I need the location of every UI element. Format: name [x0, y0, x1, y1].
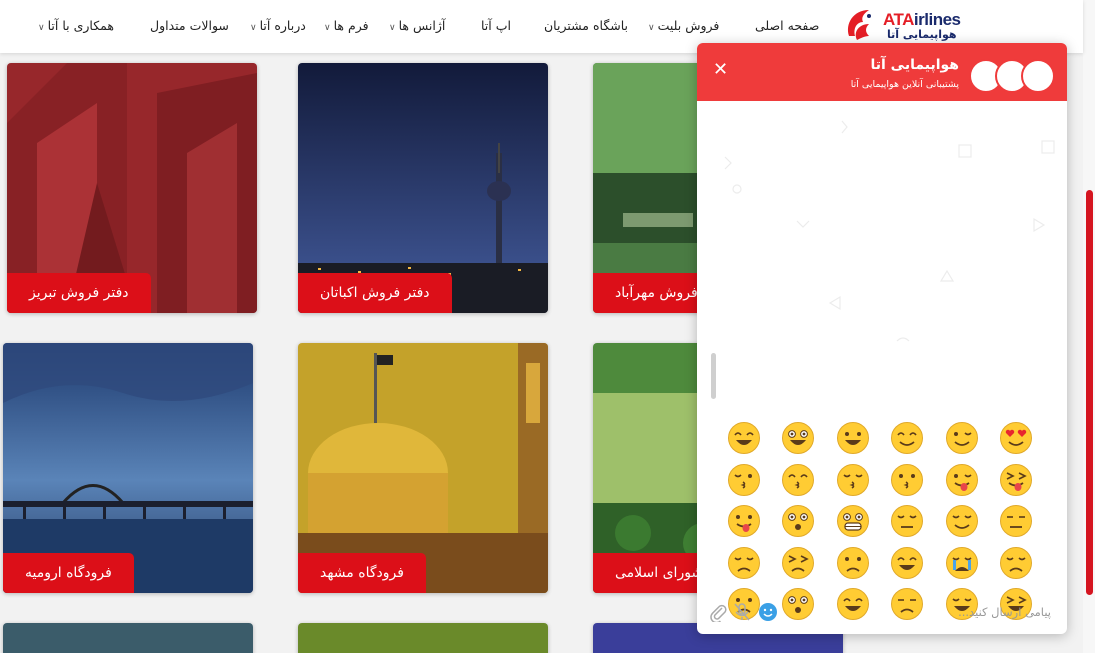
nav-ata-app[interactable]: اپ آتا [481, 18, 511, 33]
emoji-grimacing-icon[interactable] [836, 504, 870, 538]
emoji-kissing-closed-icon[interactable] [836, 463, 870, 497]
nav-home[interactable]: صفحه اصلی [755, 18, 819, 33]
logo-text-en: ATAirlines [883, 10, 961, 29]
chevron-down-icon: ∨ [324, 23, 331, 33]
nav-agencies[interactable]: ∨ آژانس ها [389, 18, 445, 33]
emoji-joy-icon[interactable] [890, 546, 924, 580]
emoji-kissing-smile-icon[interactable] [781, 463, 815, 497]
close-icon[interactable]: ✕ [713, 59, 728, 80]
chevron-down-icon: ∨ [38, 23, 45, 33]
page-scrollbar-thumb[interactable] [1086, 190, 1093, 595]
emoji-cry-icon[interactable] [836, 546, 870, 580]
emoji-unamused-icon[interactable] [999, 504, 1033, 538]
ata-airlines-logo[interactable]: ATAirlines هواپیمایی آتا [843, 6, 965, 46]
emoji-blow-kiss-icon[interactable] [727, 463, 761, 497]
card-label: فرودگاه مشهد [298, 553, 426, 593]
chat-header: ✕ هواپیمایی آتا پشتیبانی آنلاین هواپیمای… [697, 43, 1067, 101]
emoji-tongue-out-icon[interactable] [727, 504, 761, 538]
emoji-wink-tongue-icon[interactable] [945, 463, 979, 497]
office-card-tabriz[interactable]: دفتر فروش تبریز [7, 63, 257, 313]
emoji-pensive-icon[interactable] [890, 504, 924, 538]
chat-scrollbar[interactable] [711, 353, 716, 399]
emoji-disappointed-icon[interactable] [727, 546, 761, 580]
emoji-squint-tongue-icon[interactable] [999, 463, 1033, 497]
emoji-kissing-icon[interactable] [890, 463, 924, 497]
office-card-urmia[interactable]: فرودگاه ارومیه [3, 343, 253, 593]
office-photo-partial [298, 623, 548, 653]
message-input[interactable] [851, 600, 1051, 624]
emoji-grin-icon[interactable] [836, 421, 870, 455]
nav-cooperation[interactable]: ∨ همکاری با آتا [38, 18, 114, 33]
emoji-big-grin-icon[interactable] [727, 421, 761, 455]
nav-customer-club[interactable]: باشگاه مشتریان [544, 18, 628, 33]
card-label: دفتر فروش تبریز [7, 273, 151, 313]
logo-text-fa: هواپیمایی آتا [887, 28, 957, 41]
mic-off-icon[interactable] [733, 602, 751, 622]
chevron-down-icon: ∨ [389, 23, 396, 33]
office-card-ekbatan[interactable]: دفتر فروش اکباتان [298, 63, 548, 313]
emoji-confounded-icon[interactable] [781, 546, 815, 580]
card-label: فرودگاه ارومیه [3, 553, 134, 593]
chat-composer [697, 590, 1067, 634]
chat-title: هواپیمایی آتا [870, 57, 959, 73]
chat-background-pattern [724, 120, 1055, 342]
bird-logo-icon [847, 10, 871, 40]
paperclip-icon[interactable] [709, 602, 727, 622]
emoji-wink-icon[interactable] [945, 421, 979, 455]
nav-forms[interactable]: ∨ فرم ها [324, 18, 369, 33]
chevron-down-icon: ∨ [250, 23, 257, 33]
smile-icon[interactable] [758, 602, 778, 622]
agent-avatars [969, 59, 1055, 95]
office-card-partial-2[interactable] [298, 623, 548, 653]
office-card-partial-1[interactable] [3, 623, 253, 653]
support-chat-widget: ✕ هواپیمایی آتا پشتیبانی آنلاین هواپیمای… [697, 43, 1067, 634]
emoji-flushed-icon[interactable] [781, 504, 815, 538]
chat-subtitle: پشتیبانی آنلاین هواپیمایی آتا [850, 79, 959, 90]
emoji-smiley-icon[interactable] [781, 421, 815, 455]
nav-faq[interactable]: سوالات متداول [150, 18, 229, 33]
emoji-smile-icon[interactable] [890, 421, 924, 455]
office-card-mashhad[interactable]: فرودگاه مشهد [298, 343, 548, 593]
office-photo-partial [3, 623, 253, 653]
nav-ticket-sales[interactable]: ∨ فروش بلیت [648, 18, 719, 33]
chat-messages-area [697, 101, 1067, 620]
card-label: دفتر فروش اکباتان [298, 273, 452, 313]
emoji-relieved-icon[interactable] [945, 504, 979, 538]
nav-about[interactable]: ∨ درباره آتا [250, 18, 306, 33]
chevron-down-icon: ∨ [648, 23, 655, 33]
emoji-sleepy-icon[interactable] [999, 546, 1033, 580]
agent-avatar [1021, 59, 1055, 93]
emoji-heart-eyes-icon[interactable] [999, 421, 1033, 455]
emoji-sob-icon[interactable] [945, 546, 979, 580]
